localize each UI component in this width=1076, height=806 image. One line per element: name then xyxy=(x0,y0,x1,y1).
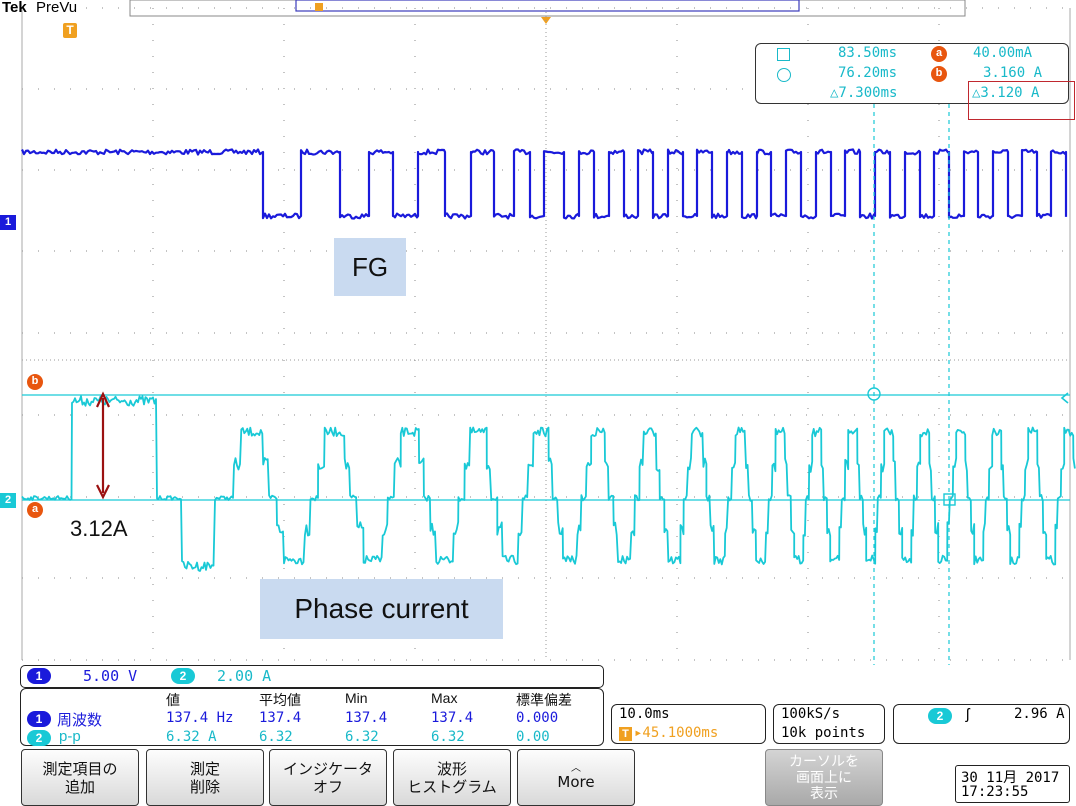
ref-a-badge: a xyxy=(931,46,947,62)
header-min: Min xyxy=(345,690,368,706)
row1-stddev: 0.000 xyxy=(516,710,559,726)
ref-b-marker: b xyxy=(27,374,43,390)
row2-mean: 6.32 xyxy=(259,729,293,745)
fg-annotation: FG xyxy=(334,238,406,296)
ch2-ground-marker[interactable]: 2 xyxy=(0,493,16,508)
timebase-readout[interactable]: 10.0ms T ▸45.1000ms xyxy=(611,704,766,744)
acquisition-readout[interactable]: 100kS/s 10k points xyxy=(773,704,885,744)
more-button[interactable]: ︿ More xyxy=(517,749,635,806)
trigger-level: 2.96 A xyxy=(1014,706,1065,722)
trigger-t-icon: T xyxy=(619,727,632,741)
cursor2-value: 3.160 A xyxy=(983,65,1043,81)
indicator-off-button[interactable]: インジケータ オフ xyxy=(269,749,387,806)
amplitude-annotation: 3.12A xyxy=(70,516,128,541)
remove-measurement-button[interactable]: 測定 削除 xyxy=(146,749,264,806)
trigger-readout[interactable]: 2 ʃ 2.96 A xyxy=(893,704,1070,744)
delta-value-highlight-box xyxy=(968,81,1075,120)
row2-stddev: 0.00 xyxy=(516,729,550,745)
bring-cursors-on-screen-button[interactable]: カーソルを 画面上に 表示 xyxy=(765,749,883,806)
ch1-trace xyxy=(20,148,1068,220)
row1-value: 137.4 Hz xyxy=(166,710,234,726)
row1-name: 周波数 xyxy=(57,712,103,729)
ch2-scale-badge: 2 xyxy=(171,668,195,684)
measurement-table[interactable]: 値 平均値 Min Max 標準偏差 1 周波数 137.4 Hz 137.4 … xyxy=(20,688,604,746)
ch2-scale-value: 2.00 A xyxy=(217,667,272,685)
row2-min: 6.32 xyxy=(345,729,379,745)
row1-mean: 137.4 xyxy=(259,710,302,726)
header-stddev: 標準偏差 xyxy=(516,692,572,708)
phase-current-annotation: Phase current xyxy=(260,579,503,639)
trigger-position: ▸45.1000ms xyxy=(634,725,719,741)
more-label: More xyxy=(557,772,595,791)
ch2-trace xyxy=(21,395,1076,572)
rising-edge-icon: ʃ xyxy=(966,706,970,723)
ch1-fg-waveform xyxy=(20,148,1068,220)
ch1-scale-badge: 1 xyxy=(27,668,51,684)
ref-b-badge: b xyxy=(931,66,947,82)
row1-ch-badge: 1 xyxy=(27,711,51,727)
record-trigger-marker xyxy=(315,3,323,11)
header-mean: 平均値 xyxy=(259,692,301,708)
record-length: 10k points xyxy=(781,725,866,741)
ch2-phase-current-waveform xyxy=(21,395,1076,572)
ch1-ground-marker[interactable]: 1 xyxy=(0,215,16,230)
mode-label: PreVu xyxy=(36,0,78,16)
row1-max: 137.4 xyxy=(431,710,474,726)
header-max: Max xyxy=(431,690,458,706)
timebase-scale: 10.0ms xyxy=(619,706,670,722)
row2-ch-badge: 2 xyxy=(27,730,51,746)
cursor1-time: 83.50ms xyxy=(838,45,898,61)
sample-rate: 100kS/s xyxy=(781,706,841,722)
trigger-source-badge: 2 xyxy=(928,708,952,724)
row1-min: 137.4 xyxy=(345,710,388,726)
channel-scale-bar[interactable]: 1 5.00 V 2 2.00 A xyxy=(20,665,604,688)
record-view-bar xyxy=(129,0,966,17)
header-value: 値 xyxy=(166,692,180,708)
circle-cursor-icon xyxy=(777,68,791,82)
square-cursor-icon xyxy=(777,48,790,61)
row2-name: p-p xyxy=(59,728,81,745)
cursor2-time: 76.20ms xyxy=(838,65,898,81)
ref-a-marker: a xyxy=(27,502,43,518)
trigger-position-marker[interactable]: T xyxy=(63,23,77,38)
row2-value: 6.32 A xyxy=(166,729,217,745)
waveform-histogram-button[interactable]: 波形 ヒストグラム xyxy=(393,749,511,806)
brand-label: Tek xyxy=(2,0,27,16)
ch1-scale-value: 5.00 V xyxy=(83,667,138,685)
delta-time: △7.300ms xyxy=(830,85,898,101)
add-measurement-button[interactable]: 測定項目の 追加 xyxy=(21,749,139,806)
cursor1-value: 40.00mA xyxy=(973,45,1033,61)
datetime-display: 30 11月 2017 17:23:55 xyxy=(955,765,1070,803)
row2-max: 6.32 xyxy=(431,729,465,745)
chevron-up-icon: ︿ xyxy=(571,762,581,774)
time-label: 17:23:55 xyxy=(961,784,1029,800)
